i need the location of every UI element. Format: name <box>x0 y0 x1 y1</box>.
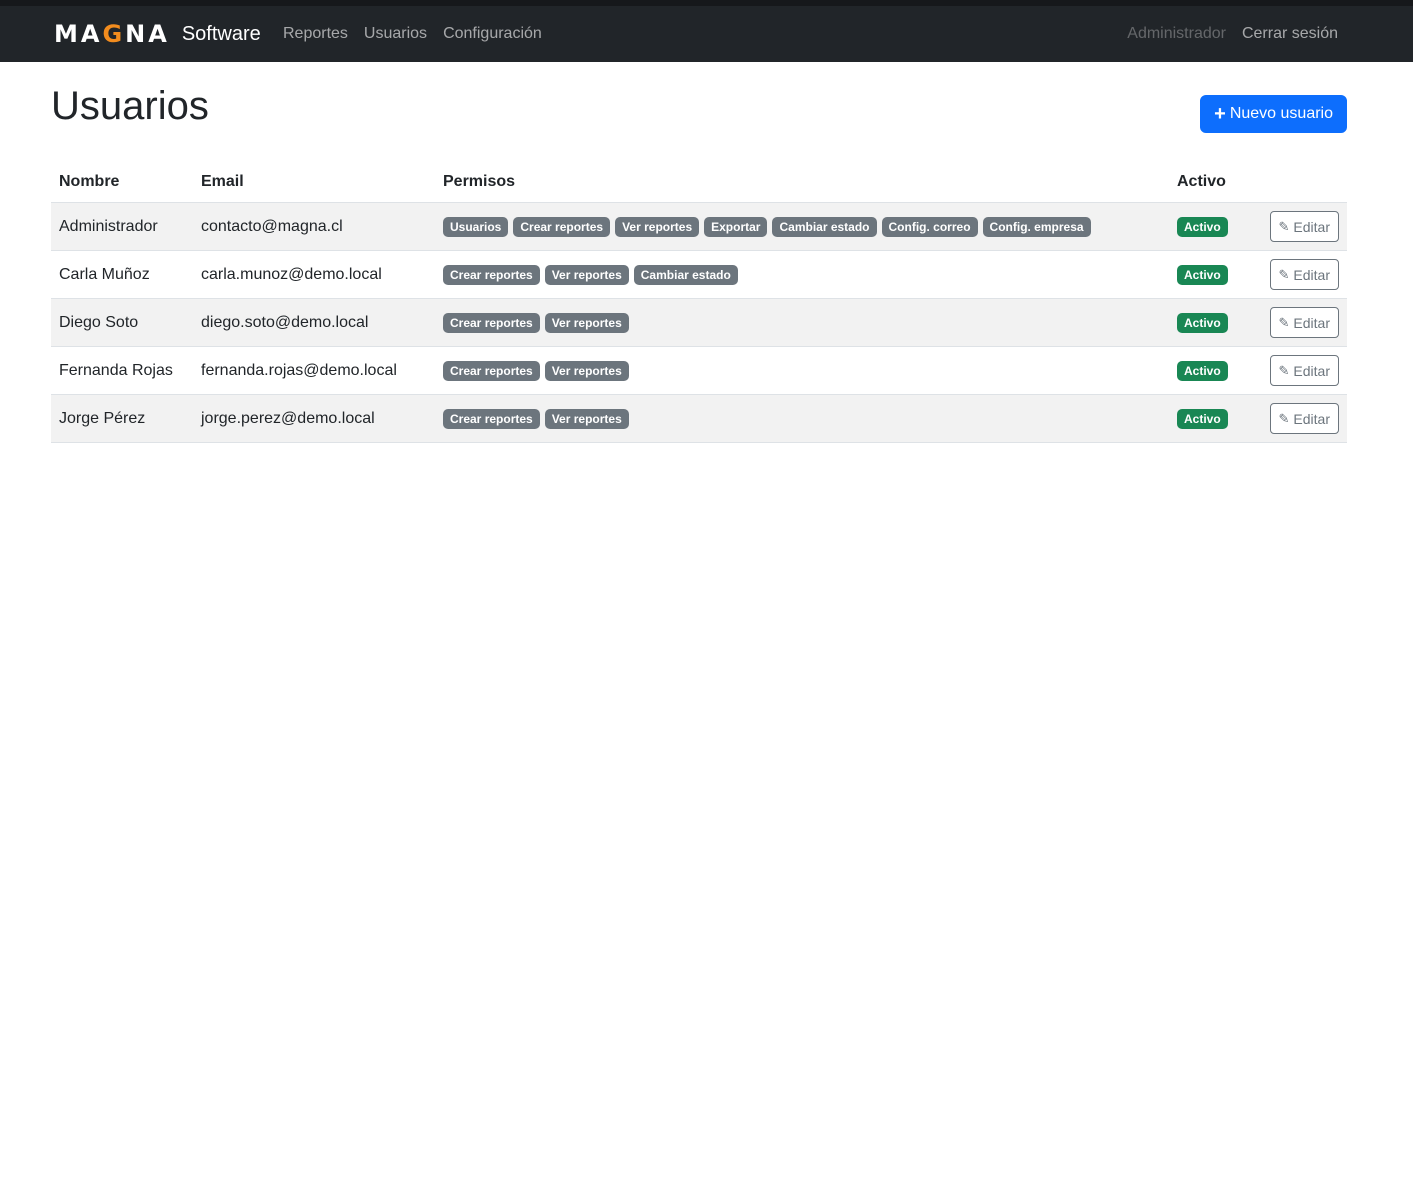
edit-user-button[interactable]: ✎ Editar <box>1269 259 1339 290</box>
nav-link-usuarios[interactable]: Usuarios <box>364 25 427 43</box>
user-actions: ✎ Editar <box>1251 346 1347 395</box>
brand-subtitle: Software <box>181 22 261 45</box>
table-row: Administrador contacto@magna.cl Usuarios Cr… <box>51 202 1347 251</box>
table-row: Fernanda Rojas fernanda.rojas@demo.local C… <box>51 346 1347 395</box>
permission-badge: Crear reportes <box>443 264 540 285</box>
permission-badge: Ver reportes <box>615 216 700 237</box>
user-email: fernanda.rojas@demo.local <box>193 346 435 395</box>
header-activo: Activo <box>1169 166 1251 203</box>
page-title: Usuarios <box>51 84 209 128</box>
user-status-cell: Activo <box>1169 202 1251 251</box>
user-actions: ✎ Editar <box>1251 394 1347 443</box>
status-badge: Activo <box>1177 264 1228 285</box>
nav-links: Reportes Usuarios Configuración <box>283 6 558 62</box>
header-actions <box>1251 166 1347 203</box>
user-name: Diego Soto <box>51 298 193 347</box>
permission-badge: Ver reportes <box>544 264 629 285</box>
permission-badge: Config. empresa <box>982 216 1091 237</box>
header-nombre: Nombre <box>51 166 193 203</box>
edit-user-button[interactable]: ✎ Editar <box>1269 403 1339 434</box>
user-actions: ✎ Editar <box>1251 250 1347 299</box>
permission-badge: Crear reportes <box>443 312 540 333</box>
permission-badge: Crear reportes <box>443 360 540 381</box>
table-row: Jorge Pérez jorge.perez@demo.local Crear r… <box>51 394 1347 443</box>
edit-label: Editar <box>1293 218 1330 235</box>
edit-label: Editar <box>1293 314 1330 331</box>
table-row: Diego Soto diego.soto@demo.local Crear rep… <box>51 298 1347 347</box>
user-status-cell: Activo <box>1169 298 1251 347</box>
nav-link-configuracion[interactable]: Configuración <box>443 25 542 43</box>
edit-user-button[interactable]: ✎ Editar <box>1269 355 1339 386</box>
user-permissions: Crear reportes Ver reportes Cambiar estado <box>435 250 1169 299</box>
user-permissions: Crear reportes Ver reportes <box>435 346 1169 395</box>
status-badge: Activo <box>1177 360 1228 381</box>
user-name: Fernanda Rojas <box>51 346 193 395</box>
status-badge: Activo <box>1177 312 1228 333</box>
plus-icon: + <box>1214 103 1226 125</box>
table-header-row: Nombre Email Permisos Activo <box>51 166 1347 203</box>
permission-badge: Crear reportes <box>513 216 611 237</box>
header-permisos: Permisos <box>435 166 1169 203</box>
table-row: Carla Muñoz carla.munoz@demo.local Crear r… <box>51 250 1347 299</box>
user-permissions: Crear reportes Ver reportes <box>435 394 1169 443</box>
user-actions: ✎ Editar <box>1251 298 1347 347</box>
pencil-icon: ✎ <box>1278 410 1290 426</box>
permission-badge: Cambiar estado <box>772 216 877 237</box>
status-badge: Activo <box>1177 216 1228 237</box>
table-body: Administrador contacto@magna.cl Usuarios Cr… <box>51 202 1347 443</box>
edit-label: Editar <box>1293 266 1330 283</box>
navbar: MA G NA Software Reportes Usuarios Configu… <box>0 6 1413 62</box>
user-email: diego.soto@demo.local <box>193 298 435 347</box>
permission-badge: Exportar <box>704 216 768 237</box>
permission-badge: Usuarios <box>443 216 509 237</box>
brand-link[interactable]: MA G NA Software <box>54 6 261 62</box>
page-header: Usuarios + Nuevo usuario <box>51 62 1347 166</box>
user-name: Administrador <box>51 202 193 251</box>
users-table: Nombre Email Permisos Activo Administrad… <box>51 166 1347 443</box>
magna-logo: MA G NA <box>54 20 170 48</box>
user-name: Jorge Pérez <box>51 394 193 443</box>
permission-badge: Cambiar estado <box>633 264 738 285</box>
user-status-cell: Activo <box>1169 250 1251 299</box>
pencil-icon: ✎ <box>1278 266 1290 282</box>
current-user: Administrador <box>1127 25 1226 42</box>
permission-badge: Ver reportes <box>544 312 629 333</box>
permission-badge: Config. correo <box>881 216 978 237</box>
user-status-cell: Activo <box>1169 394 1251 443</box>
user-email: carla.munoz@demo.local <box>193 250 435 299</box>
edit-label: Editar <box>1293 362 1330 379</box>
permission-badge: Ver reportes <box>544 408 629 429</box>
user-name: Carla Muñoz <box>51 250 193 299</box>
user-permissions: Usuarios Crear reportes Ver reportes Export… <box>435 202 1169 251</box>
edit-user-button[interactable]: ✎ Editar <box>1269 211 1339 242</box>
edit-label: Editar <box>1293 410 1330 427</box>
user-permissions: Crear reportes Ver reportes <box>435 298 1169 347</box>
edit-user-button[interactable]: ✎ Editar <box>1269 307 1339 338</box>
new-user-label: Nuevo usuario <box>1229 105 1333 122</box>
pencil-icon: ✎ <box>1278 362 1290 378</box>
pencil-icon: ✎ <box>1278 218 1290 234</box>
user-email: jorge.perez@demo.local <box>193 394 435 443</box>
permission-badge: Ver reportes <box>544 360 629 381</box>
permission-badge: Crear reportes <box>443 408 540 429</box>
nav-link-reportes[interactable]: Reportes <box>283 25 348 43</box>
new-user-button[interactable]: + Nuevo usuario <box>1200 95 1347 133</box>
header-email: Email <box>193 166 435 203</box>
status-badge: Activo <box>1177 408 1228 429</box>
main-content: Usuarios + Nuevo usuario Nombre Email Pe… <box>51 62 1347 443</box>
user-actions: ✎ Editar <box>1251 202 1347 251</box>
nav-right: Administrador Cerrar sesión <box>1127 6 1338 62</box>
user-email: contacto@magna.cl <box>193 202 435 251</box>
pencil-icon: ✎ <box>1278 314 1290 330</box>
logout-link[interactable]: Cerrar sesión <box>1242 25 1338 43</box>
user-status-cell: Activo <box>1169 346 1251 395</box>
